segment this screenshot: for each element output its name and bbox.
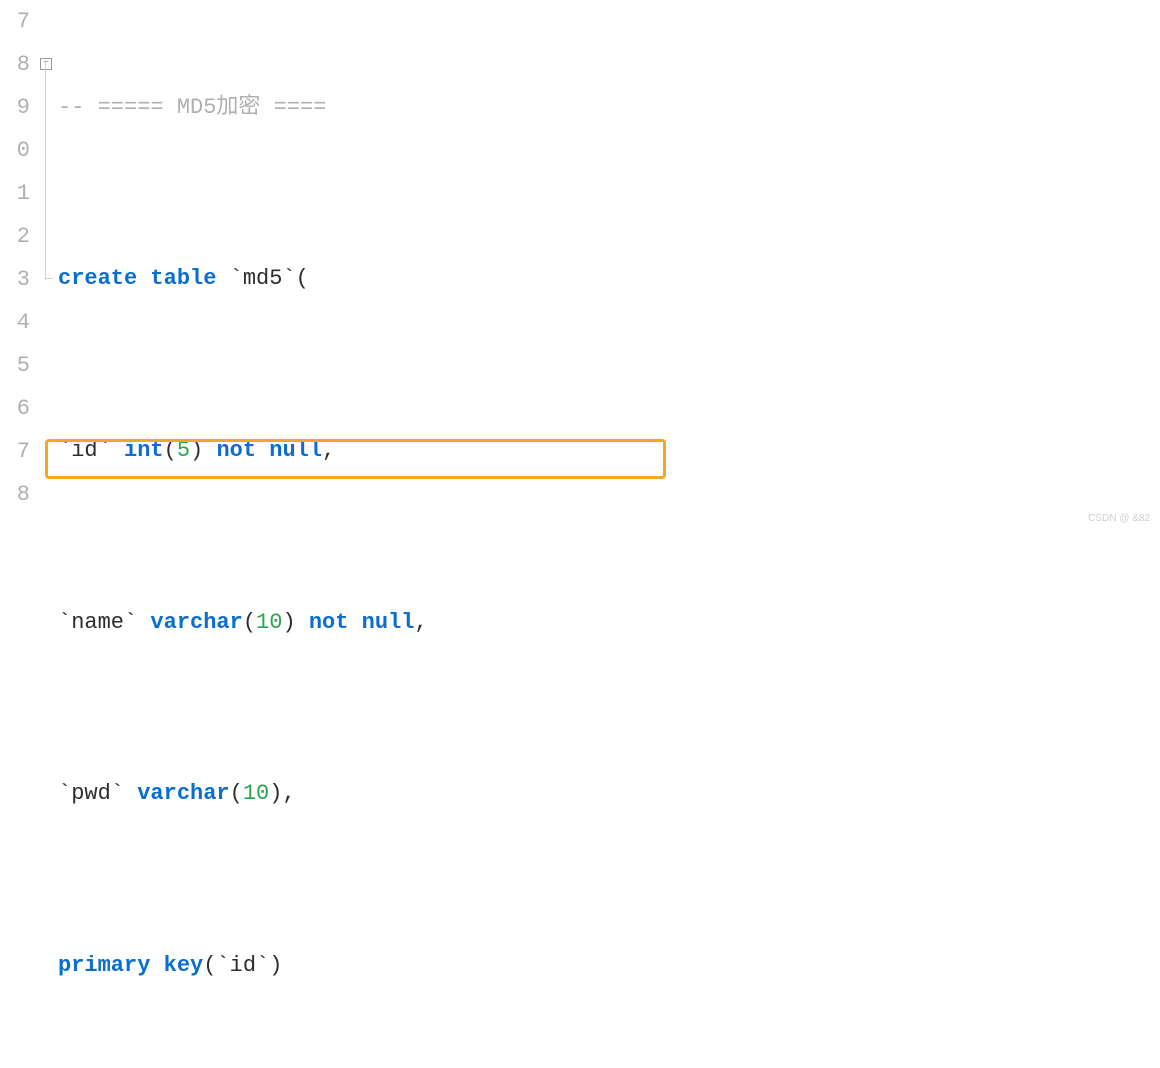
kw-key: key — [164, 953, 204, 978]
kw-table: table — [150, 266, 216, 291]
code-line[interactable]: primary key(`id`) — [58, 944, 1160, 987]
fold-guide-line — [45, 60, 46, 280]
line-number: 7 — [0, 430, 30, 473]
line-number: 1 — [0, 172, 30, 215]
line-number: 7 — [0, 0, 30, 43]
watermark-text: CSDN @ &82 — [1088, 509, 1150, 529]
kw-create: create — [58, 266, 137, 291]
line-number-gutter: 7 8 9 0 1 2 3 4 5 6 7 8 — [0, 0, 38, 534]
fold-toggle-icon[interactable]: − — [40, 58, 52, 70]
sql-comment: -- ===== MD5加密 ==== — [58, 95, 326, 120]
kw-int: int — [124, 438, 164, 463]
code-line[interactable]: `name` varchar(10) not null, — [58, 601, 1160, 644]
fold-column: − — [38, 0, 56, 534]
line-number: 9 — [0, 86, 30, 129]
kw-primary: primary — [58, 953, 150, 978]
line-number: 0 — [0, 129, 30, 172]
fold-guide-end — [45, 278, 53, 279]
kw-null: null — [362, 610, 415, 635]
code-line[interactable]: create table `md5`( — [58, 257, 1160, 300]
line-number: 8 — [0, 473, 30, 516]
line-number: 3 — [0, 258, 30, 301]
code-line[interactable]: `id` int(5) not null, — [58, 429, 1160, 472]
line-number: 5 — [0, 344, 30, 387]
line-number: 8 — [0, 43, 30, 86]
line-number: 2 — [0, 215, 30, 258]
kw-not: not — [216, 438, 256, 463]
kw-not: not — [309, 610, 349, 635]
code-line[interactable]: -- ===== MD5加密 ==== — [58, 86, 1160, 129]
code-line[interactable]: `pwd` varchar(10), — [58, 772, 1160, 815]
kw-null: null — [269, 438, 322, 463]
kw-varchar: varchar — [137, 781, 229, 806]
line-number: 6 — [0, 387, 30, 430]
code-area[interactable]: -- ===== MD5加密 ==== create table `md5`( … — [56, 0, 1160, 534]
line-number: 4 — [0, 301, 30, 344]
code-editor[interactable]: 7 8 9 0 1 2 3 4 5 6 7 8 − -- ===== MD5加密… — [0, 0, 1160, 534]
kw-varchar: varchar — [150, 610, 242, 635]
